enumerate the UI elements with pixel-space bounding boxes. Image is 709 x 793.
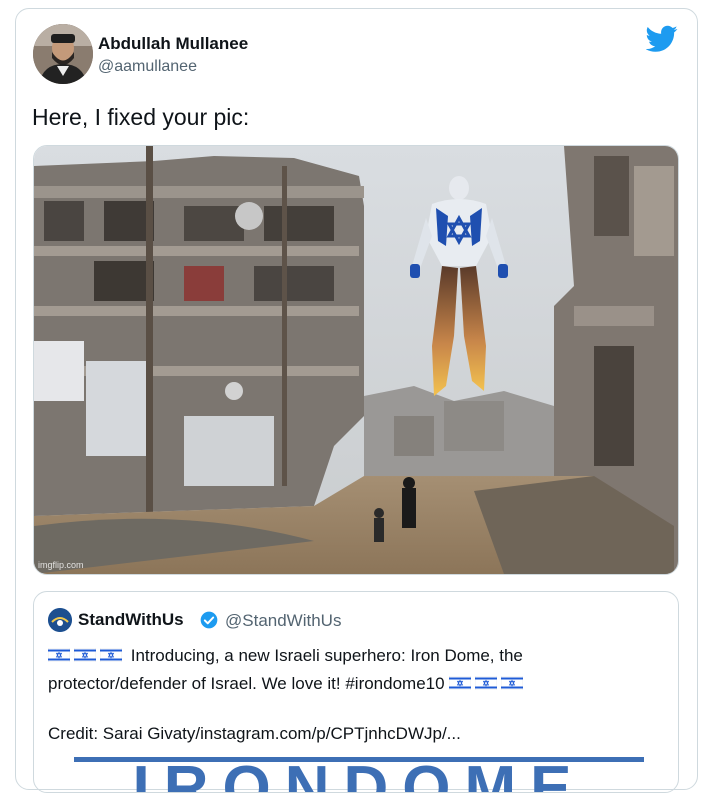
twitter-bird-icon[interactable] [646, 25, 678, 53]
israel-flag-icon [475, 676, 498, 690]
verified-badge-icon [200, 611, 218, 629]
israel-flag-icon [74, 648, 96, 662]
quoted-author-name[interactable]: StandWithUs [78, 610, 184, 630]
israel-flag-icon [48, 648, 70, 662]
tweet-card[interactable]: Abdullah Mullanee @aamullanee Here, I fi… [15, 8, 698, 793]
quoted-media-banner[interactable]: IRONDOME [74, 757, 644, 793]
tweet-media-image[interactable]: imgflip.com [33, 145, 679, 575]
quoted-author-handle[interactable]: @StandWithUs [225, 611, 341, 631]
tweet-text: Here, I fixed your pic: [32, 104, 250, 130]
author-avatar[interactable] [33, 24, 93, 84]
author-handle[interactable]: @aamullanee [98, 58, 197, 76]
author-name[interactable]: Abdullah Mullanee [98, 34, 248, 54]
quoted-text-1: Introducing, a new Israeli superhero: Ir… [130, 646, 523, 665]
media-watermark: imgflip.com [38, 560, 84, 570]
israel-flag-icon [100, 648, 122, 662]
quoted-text-line-1: Introducing, a new Israeli superhero: Ir… [48, 646, 523, 666]
ruined-street-image [34, 146, 678, 574]
quoted-text-line-2: protector/defender of Israel. We love it… [48, 674, 527, 694]
quoted-credit: Credit: Sarai Givaty/instagram.com/p/CPT… [48, 724, 461, 743]
quoted-author-avatar[interactable] [48, 608, 72, 632]
israel-flag-icon [501, 676, 524, 690]
quoted-tweet[interactable]: StandWithUs @StandWithUs Introducing, a … [33, 591, 679, 793]
quoted-text-2: protector/defender of Israel. We love it… [48, 674, 445, 693]
quoted-banner-text: IRONDOME [133, 757, 586, 793]
israel-flag-icon [449, 676, 472, 690]
